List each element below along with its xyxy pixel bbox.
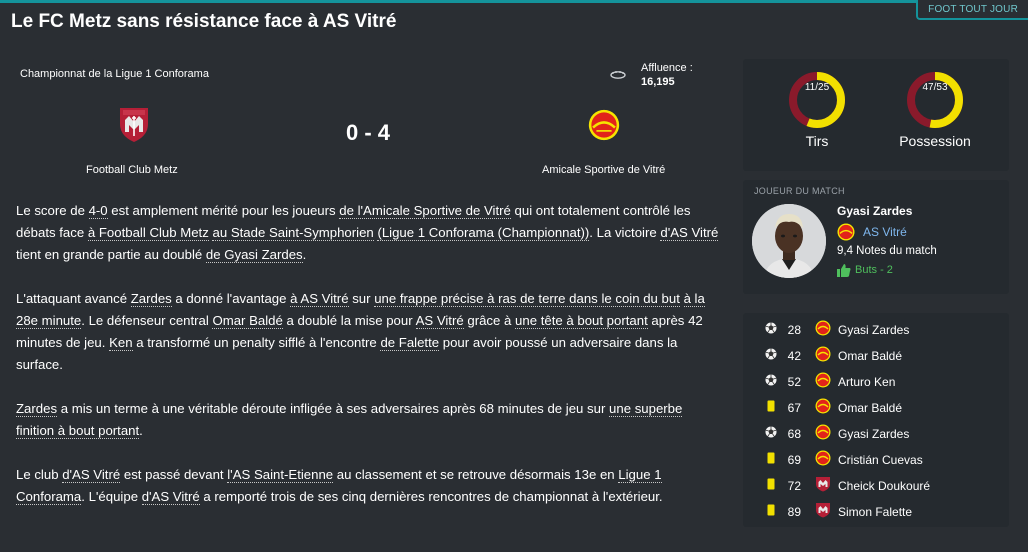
yellow-card-icon: [767, 478, 775, 490]
event-player-name[interactable]: Gyasi Zardes: [838, 323, 909, 337]
as-vitre-crest-icon: [837, 223, 855, 241]
as-vitre-crest-icon[interactable]: [588, 106, 620, 144]
as-vitre-crest-icon: [815, 450, 831, 466]
fc-metz-crest-icon: [816, 477, 830, 492]
match-events-panel: 28 Gyasi Zardes 42 Omar Baldé 52 Arturo Ken 67…: [743, 313, 1009, 527]
man-of-the-match-title: JOUEUR DU MATCH: [754, 186, 845, 196]
report-link[interactable]: à AS Vitré: [290, 291, 349, 307]
competition-name[interactable]: Championnat de la Ligue 1 Conforama: [20, 68, 209, 80]
ball-icon: [765, 426, 777, 438]
source-badge[interactable]: FOOT TOUT JOUR: [916, 0, 1028, 20]
report-link[interactable]: l'AS Saint-Etienne: [227, 467, 334, 483]
player-portrait-icon: [752, 204, 826, 278]
event-player-name[interactable]: Cristián Cuevas: [838, 453, 923, 467]
report-paragraph-3: Zardes a mis un terme à une véritable dé…: [16, 401, 683, 439]
possession-label: Possession: [899, 133, 971, 149]
ball-icon: [765, 374, 777, 386]
report-link[interactable]: d'AS Vitré: [62, 467, 121, 483]
as-vitre-crest-icon: [815, 424, 831, 440]
thumbs-up-icon: [837, 264, 851, 277]
event-minute: 69: [787, 453, 801, 467]
event-row[interactable]: 69 Cristián Cuevas: [743, 445, 1009, 471]
shots-value: 11/25: [804, 82, 830, 93]
report-link[interactable]: une tête à bout portant: [515, 313, 648, 329]
event-minute: 52: [787, 375, 801, 389]
player-rating: 9,4 Notes du match: [837, 245, 937, 257]
report-paragraph-1: Le score de 4-0 est amplement mérité pou…: [16, 203, 719, 263]
match-summary: Championnat de la Ligue 1 Conforama Affl…: [0, 60, 735, 190]
ball-icon: [765, 322, 777, 334]
event-player-name[interactable]: Gyasi Zardes: [838, 427, 909, 441]
yellow-card-icon: [767, 504, 775, 516]
event-row[interactable]: 72 Cheick Doukouré: [743, 471, 1009, 497]
report-link[interactable]: Ken: [109, 335, 133, 351]
page-title: Le FC Metz sans résistance face à AS Vit…: [11, 11, 397, 32]
event-row[interactable]: 67 Omar Baldé: [743, 393, 1009, 419]
event-minute: 67: [787, 401, 801, 415]
event-row[interactable]: 89 Simon Falette: [743, 497, 1009, 523]
event-minute: 72: [787, 479, 801, 493]
shots-donut: [789, 72, 845, 128]
event-row[interactable]: 68 Gyasi Zardes: [743, 419, 1009, 445]
report-link[interactable]: AS Vitré: [415, 313, 464, 329]
report-link[interactable]: au Stade Saint-Symphorien: [212, 225, 374, 241]
attendance-label: Affluence :: [641, 62, 693, 74]
report-link[interactable]: d'AS Vitré: [660, 225, 719, 241]
man-of-the-match-panel: JOUEUR DU MATCH Gyasi Zardes AS Vitré 9,…: [743, 180, 1009, 294]
event-row[interactable]: 52 Arturo Ken: [743, 367, 1009, 393]
event-row[interactable]: 28 Gyasi Zardes: [743, 315, 1009, 341]
player-club[interactable]: AS Vitré: [863, 225, 907, 239]
report-link[interactable]: 4-0: [88, 203, 108, 219]
event-minute: 42: [787, 349, 801, 363]
yellow-card-icon: [767, 452, 775, 464]
match-stats-panel: 11/25 Tirs 47/53 Possession: [743, 59, 1009, 171]
as-vitre-crest-icon: [815, 372, 831, 388]
event-minute: 28: [787, 323, 801, 337]
player-avatar[interactable]: [752, 204, 826, 278]
report-link[interactable]: une frappe précise à ras de terre dans l…: [374, 291, 680, 307]
top-accent-line: [0, 0, 1028, 3]
stadium-icon: [610, 71, 626, 79]
shots-label: Tirs: [805, 133, 829, 149]
event-player-name[interactable]: Arturo Ken: [838, 375, 895, 389]
report-link[interactable]: de Gyasi Zardes: [205, 247, 303, 263]
event-player-name[interactable]: Cheick Doukouré: [838, 479, 930, 493]
yellow-card-icon: [767, 400, 775, 412]
as-vitre-crest-icon: [815, 398, 831, 414]
match-report: Le score de 4-0 est amplement mérité pou…: [16, 200, 721, 508]
possession-value: 47/53: [922, 82, 948, 93]
attendance-value: 16,195: [641, 76, 675, 88]
as-vitre-crest-icon: [815, 320, 831, 336]
event-player-name[interactable]: Omar Baldé: [838, 401, 902, 415]
report-link[interactable]: (Ligue 1 Conforama (Championnat)): [377, 225, 590, 241]
match-score: 0 - 4: [346, 120, 391, 145]
report-link[interactable]: à Football Club Metz: [87, 225, 209, 241]
player-name[interactable]: Gyasi Zardes: [837, 204, 912, 218]
report-link[interactable]: Zardes: [130, 291, 172, 307]
report-link[interactable]: de Falette: [380, 335, 440, 351]
as-vitre-crest-icon: [815, 346, 831, 362]
ball-icon: [765, 348, 777, 360]
report-link[interactable]: de l'Amicale Sportive de Vitré: [339, 203, 511, 219]
event-minute: 89: [787, 505, 801, 519]
event-player-name[interactable]: Omar Baldé: [838, 349, 902, 363]
report-link[interactable]: Zardes: [16, 401, 58, 417]
event-row[interactable]: 42 Omar Baldé: [743, 341, 1009, 367]
fc-metz-crest-icon: [816, 503, 830, 518]
away-team-name[interactable]: Amicale Sportive de Vitré: [542, 164, 665, 176]
report-link[interactable]: Omar Baldé: [212, 313, 283, 329]
fc-metz-crest-icon[interactable]: [118, 106, 150, 144]
report-paragraph-4: Le club d'AS Vitré est passé devant l'AS…: [16, 467, 663, 505]
home-team-name[interactable]: Football Club Metz: [86, 164, 178, 176]
event-player-name[interactable]: Simon Falette: [838, 505, 912, 519]
player-goals: Buts - 2: [855, 264, 893, 276]
event-minute: 68: [787, 427, 801, 441]
report-link[interactable]: d'AS Vitré: [141, 489, 200, 505]
possession-donut: [907, 72, 963, 128]
report-paragraph-2: L'attaquant avancé Zardes a donné l'avan…: [16, 291, 705, 372]
